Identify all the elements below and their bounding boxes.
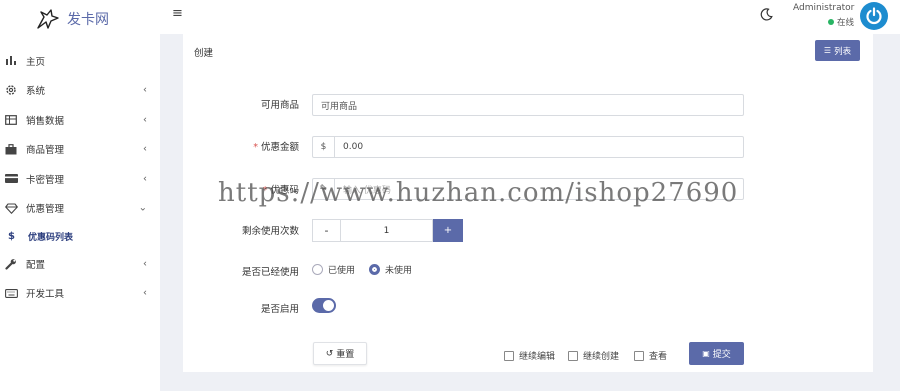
enabled-toggle[interactable] <box>312 298 336 313</box>
checkbox-label: 继续编辑 <box>519 352 556 362</box>
bar-chart-icon <box>4 54 18 68</box>
goods-select[interactable]: 可用商品 <box>312 94 744 116</box>
card-title: 创建 <box>194 48 214 59</box>
remaining-stepper: - 1 + <box>312 219 463 242</box>
table-icon <box>4 113 18 127</box>
goods-label: 可用商品 <box>260 100 299 111</box>
discount-label-text: 优惠金额 <box>260 142 299 153</box>
sidebar-item-label: 系统 <box>26 86 46 98</box>
decrement-button[interactable]: - <box>312 219 340 242</box>
chevron-left-icon: ‹ <box>143 173 147 185</box>
wrench-icon <box>4 257 18 271</box>
sidebar-subitem-label: 优惠码列表 <box>28 232 74 243</box>
diamond-icon <box>4 201 18 215</box>
radio-unused[interactable]: 未使用 <box>369 263 412 276</box>
user-status-text: 在线 <box>837 18 855 28</box>
toggle-knob <box>323 300 334 311</box>
discount-input[interactable]: 0.00 <box>335 137 743 157</box>
chevron-left-icon: ‹ <box>143 143 147 155</box>
reset-button[interactable]: ↺ 重置 <box>313 342 367 365</box>
checkbox-box[interactable] <box>568 350 578 361</box>
chevron-left-icon: ‹ <box>143 114 147 126</box>
list-icon: ☰ <box>823 46 832 55</box>
used-label: 是否已经使用 <box>241 267 299 278</box>
sidebar-item-label: 商品管理 <box>26 145 65 157</box>
logo[interactable]: 发卡网 <box>0 0 160 38</box>
sidebar-item-goods[interactable]: 商品管理 ‹ <box>0 135 160 165</box>
undo-icon: ↺ <box>325 348 334 359</box>
checkbox-label: 查看 <box>649 352 668 362</box>
pencil-icon: ✎ <box>313 179 335 199</box>
sidebar-item-label: 配置 <box>26 259 46 271</box>
dollar-icon: $ <box>8 230 15 242</box>
sidebar-item-label: 主页 <box>26 56 46 68</box>
bird-logo-icon <box>37 9 59 29</box>
sidebar-item-label: 优惠管理 <box>26 204 65 216</box>
code-label: * 优惠码 <box>262 185 299 196</box>
code-field[interactable]: ✎ 输入 优惠码 <box>312 178 744 200</box>
radio-label: 已使用 <box>328 266 356 276</box>
menu-toggle-icon[interactable]: ≡ <box>172 6 183 21</box>
chevron-left-icon: ‹ <box>143 84 147 96</box>
sidebar-item-sales[interactable]: 销售数据 ‹ <box>0 105 160 135</box>
code-label-text: 优惠码 <box>270 185 299 196</box>
used-radio-group: 已使用 未使用 <box>312 263 426 276</box>
sidebar-item-home[interactable]: 主页 <box>0 46 160 76</box>
increment-button[interactable]: + <box>433 219 463 242</box>
enabled-label: 是否启用 <box>260 304 299 315</box>
chevron-left-icon: ‹ <box>143 287 147 299</box>
list-button[interactable]: ☰ 列表 <box>815 40 860 61</box>
moon-icon[interactable] <box>760 8 773 24</box>
discount-field[interactable]: $ 0.00 <box>312 136 744 158</box>
bag-icon <box>4 142 18 156</box>
topbar: ≡ Administrator 在线 <box>160 0 900 34</box>
discount-label: * 优惠金额 <box>253 142 299 153</box>
checkbox-label: 继续创建 <box>583 352 620 362</box>
submit-button-label: 提交 <box>712 350 731 360</box>
checkbox-box[interactable] <box>634 350 644 361</box>
remaining-label: 剩余使用次数 <box>241 226 299 237</box>
checkbox-box[interactable] <box>504 350 514 361</box>
sidebar-item-config[interactable]: 配置 ‹ <box>0 249 160 279</box>
sidebar-item-label: 开发工具 <box>26 289 65 301</box>
goods-select-value: 可用商品 <box>321 101 358 112</box>
sidebar: 发卡网 主页 系统 ‹ 销售数据 ‹ 商品管理 ‹ 卡密管理 ‹ 优惠管理 ⌄ … <box>0 0 160 391</box>
keyboard-icon <box>4 286 18 300</box>
sidebar-item-label: 卡密管理 <box>26 174 65 186</box>
power-icon <box>866 7 882 25</box>
sidebar-subitem-coupon-list[interactable]: $ 优惠码列表 <box>0 223 160 249</box>
avatar[interactable] <box>860 2 888 30</box>
online-dot-icon <box>828 19 834 25</box>
sidebar-nav: 主页 系统 ‹ 销售数据 ‹ 商品管理 ‹ 卡密管理 ‹ 优惠管理 ⌄ $ 优惠… <box>0 46 160 308</box>
sidebar-item-system[interactable]: 系统 ‹ <box>0 76 160 106</box>
code-input[interactable]: 输入 优惠码 <box>335 179 743 199</box>
list-button-label: 列表 <box>834 46 852 57</box>
user-status: 在线 <box>828 16 854 28</box>
chevron-down-icon: ⌄ <box>138 202 147 214</box>
chevron-left-icon: ‹ <box>143 258 147 270</box>
radio-label: 未使用 <box>385 266 413 276</box>
card-icon <box>4 172 18 186</box>
sidebar-item-discount[interactable]: 优惠管理 ⌄ <box>0 194 160 224</box>
radio-used[interactable]: 已使用 <box>312 263 355 276</box>
gear-icon <box>4 83 18 97</box>
radio-circle[interactable] <box>312 264 323 275</box>
save-icon: ▣ <box>702 349 710 358</box>
dollar-addon-icon: $ <box>313 137 335 157</box>
radio-circle[interactable] <box>369 264 381 275</box>
reset-button-label: 重置 <box>336 350 355 360</box>
remaining-input[interactable]: 1 <box>340 219 433 242</box>
submit-button[interactable]: ▣ 提交 <box>689 342 744 365</box>
sidebar-item-cards[interactable]: 卡密管理 ‹ <box>0 164 160 194</box>
continue-create-checkbox[interactable]: 继续创建 <box>568 349 619 362</box>
sidebar-item-label: 销售数据 <box>26 115 65 127</box>
form-card: 创建 ☰ 列表 可用商品 可用商品 * 优惠金额 $ 0.00 * 优惠码 ✎ 输入… <box>183 34 873 372</box>
continue-edit-checkbox[interactable]: 继续编辑 <box>504 349 555 362</box>
view-checkbox[interactable]: 查看 <box>634 349 667 362</box>
logo-text: 发卡网 <box>67 12 109 28</box>
sidebar-item-devtools[interactable]: 开发工具 ‹ <box>0 279 160 309</box>
user-name[interactable]: Administrator <box>793 3 854 13</box>
